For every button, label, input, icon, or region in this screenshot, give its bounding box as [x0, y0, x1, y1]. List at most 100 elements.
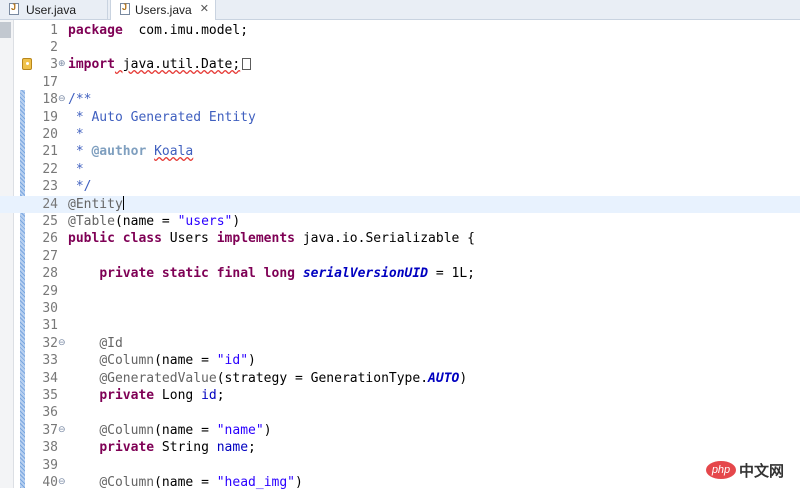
line-number: 3 [50, 57, 58, 73]
code-line[interactable]: 37 ⊖ @Column(name = "name") [0, 422, 800, 439]
code-line[interactable]: 1 package com.imu.model; [0, 22, 800, 39]
line-number: 29 [42, 283, 58, 299]
line-number: 36 [42, 405, 58, 421]
code-line[interactable]: 19 * Auto Generated Entity [0, 109, 800, 126]
folded-imports-marker[interactable] [242, 58, 252, 71]
code-token: AUTO [428, 370, 460, 386]
code-line[interactable]: 21 * @author Koala [0, 143, 800, 160]
code-token: implements [216, 231, 295, 247]
code-line[interactable]: 32 ⊖ @Id [0, 335, 800, 352]
fold-toggle-icon[interactable]: ⊖ [58, 422, 66, 439]
line-number: 40 [42, 474, 58, 490]
code-token: (strategy = GenerationType. [216, 370, 429, 386]
import-warning-icon[interactable] [22, 58, 32, 70]
code-token: */ [68, 179, 92, 195]
code-token: id [201, 387, 217, 403]
code-token: public class [68, 231, 162, 247]
code-token: @author [91, 144, 147, 160]
line-number: 32 [42, 335, 58, 351]
code-line[interactable]: 39 [0, 457, 800, 474]
code-line[interactable]: 30 [0, 300, 800, 317]
code-line[interactable]: 29 [0, 283, 800, 300]
fold-toggle-icon[interactable]: ⊖ [58, 474, 66, 491]
code-line[interactable]: 25 @Table(name = "users") [0, 213, 800, 230]
code-line[interactable]: 40 ⊖ @Column(name = "head_img") [0, 474, 800, 491]
fold-toggle-icon[interactable]: ⊖ [58, 335, 66, 352]
code-line[interactable]: 36 [0, 404, 800, 421]
code-line[interactable]: 17 [0, 74, 800, 91]
line-number: 34 [42, 370, 58, 386]
code-token: java.util.Date; [114, 57, 241, 73]
code-text: @Column(name = "id") [68, 352, 256, 369]
line-number: 21 [42, 144, 58, 160]
code-token: import [68, 57, 115, 73]
code-text: private Long id; [68, 387, 225, 404]
code-line[interactable]: 38 private String name; [0, 439, 800, 456]
code-text: package com.imu.model; [68, 22, 248, 39]
code-line[interactable]: 22 * [0, 161, 800, 178]
code-token: "id" [216, 353, 249, 369]
line-number: 2 [50, 39, 58, 55]
code-text: * [68, 161, 84, 178]
watermark: php 中文网 [706, 458, 785, 482]
code-text: @GeneratedValue(strategy = GenerationTyp… [68, 370, 467, 387]
code-line[interactable]: 26 public class Users implements java.io.… [0, 230, 800, 247]
code-line[interactable]: 3 ⊕ import java.util.Date; [0, 56, 800, 73]
code-text: * @author Koala [68, 143, 193, 160]
code-token: serialVersionUID [302, 266, 429, 282]
code-line[interactable]: 18 ⊖/** [0, 91, 800, 108]
code-token: private [99, 387, 155, 403]
code-text: @Table(name = "users") [68, 213, 240, 230]
line-number: 19 [42, 109, 58, 125]
fold-toggle-icon[interactable]: ⊖ [58, 91, 66, 108]
code-token: name [216, 440, 249, 456]
line-number: 27 [42, 248, 58, 264]
code-text: private static final long serialVersionU… [68, 265, 475, 282]
code-token: "users" [177, 213, 233, 229]
line-number: 28 [42, 266, 58, 282]
close-icon[interactable]: ✕ [200, 2, 209, 15]
code-line[interactable]: 31 [0, 317, 800, 334]
code-token: @GeneratedValue [99, 370, 217, 386]
code-line[interactable]: 24 @Entity [0, 195, 800, 213]
fold-toggle-icon[interactable]: ⊕ [58, 56, 66, 73]
java-file-icon [120, 2, 130, 15]
code-token: ; [216, 387, 225, 403]
line-number: 1 [50, 22, 58, 38]
code-line[interactable]: 2 [0, 39, 800, 56]
code-line[interactable]: 33 @Column(name = "id") [0, 352, 800, 369]
line-number: 25 [42, 213, 58, 229]
code-token: package [68, 22, 123, 38]
code-token: (name = [114, 213, 178, 229]
code-line[interactable]: 35 private Long id; [0, 387, 800, 404]
code-editor[interactable]: 1 package com.imu.model; 2 3 ⊕ import java.ut… [0, 20, 800, 491]
line-number: 31 [42, 318, 58, 334]
line-number: 39 [42, 457, 58, 473]
code-text: private String name; [68, 439, 256, 456]
tab-user-java[interactable]: User.java [0, 0, 108, 19]
tab-users-java[interactable]: Users.java ✕ [110, 0, 216, 20]
code-text: @Id [68, 335, 122, 352]
code-token: String [154, 440, 217, 456]
code-line[interactable]: 20 * [0, 126, 800, 143]
code-text: * [68, 126, 84, 143]
line-number: 24 [42, 196, 58, 212]
code-line[interactable]: 34 @GeneratedValue(strategy = Generation… [0, 370, 800, 387]
code-text: @Column(name = "head_img") [68, 474, 303, 491]
line-number: 33 [42, 353, 58, 369]
line-number: 37 [42, 422, 58, 438]
code-text: */ [68, 178, 92, 195]
code-line[interactable]: 27 [0, 248, 800, 265]
code-line[interactable]: 23 */ [0, 178, 800, 195]
code-line[interactable]: 28 private static final long serialVersi… [0, 265, 800, 282]
code-token: * [68, 126, 84, 142]
code-token: * Auto Generated Entity [68, 109, 256, 125]
line-number: 38 [42, 440, 58, 456]
java-file-icon [9, 2, 19, 15]
